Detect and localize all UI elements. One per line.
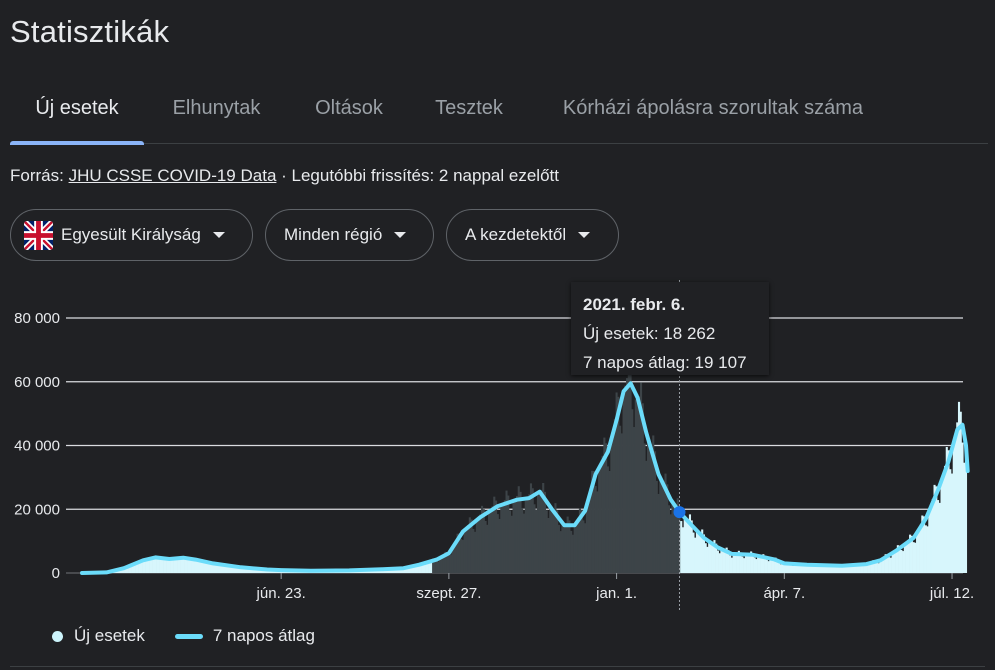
source-prefix: Forrás: [10,166,69,185]
y-tick-label: 60 000 [14,374,60,391]
tab-hospitalized[interactable]: Kórházi ápolásra szorultak száma [529,72,897,144]
filter-bar: Egyesült Királyság Minden régió A kezdet… [10,209,619,261]
tab-new-cases[interactable]: Új esetek [10,72,144,145]
stats-tabs: Új esetek Elhunytak Oltások Tesztek Kórh… [10,72,988,145]
legend-avg-label: 7 napos átlag [212,626,315,645]
y-tick-label: 0 [52,565,60,582]
x-tick-label: jan. 1. [595,585,637,602]
x-tick-label: júl. 12. [929,585,974,602]
y-tick-label: 40 000 [14,438,60,455]
legend-dot-icon [52,630,63,642]
cases-chart[interactable]: 0 20 000 40 000 60 000 80 000 jún. 23. szept.… [0,280,995,610]
tab-vaccinations[interactable]: Oltások [289,72,409,144]
page-title: Statisztikák [10,14,170,49]
period-select[interactable]: A kezdetektől [446,209,619,261]
source-link[interactable]: JHU CSSE COVID-19 Data [69,166,277,185]
source-line: Forrás: JHU CSSE COVID-19 Data · Legutób… [10,166,559,186]
period-select-label: A kezdetektől [465,225,567,244]
divider [10,666,985,667]
chevron-down-icon [394,232,407,238]
chart-legend: Új esetek 7 napos átlag [52,626,315,646]
tooltip-average: 7 napos átlag: 19 107 [583,353,747,372]
tab-tests[interactable]: Tesztek [409,72,529,144]
tab-deaths[interactable]: Elhunytak [144,72,289,144]
country-select[interactable]: Egyesült Királyság [10,209,253,261]
chevron-down-icon [578,232,591,238]
chevron-down-icon [212,232,225,238]
country-select-label: Egyesült Királyság [61,225,201,244]
y-tick-label: 80 000 [14,310,60,327]
tooltip-cases: Új esetek: 18 262 [583,324,716,343]
tooltip-date: 2021. febr. 6. [583,295,686,314]
x-tick-label: jún. 23. [256,585,306,602]
legend-line-icon [174,633,203,639]
source-suffix: · Legutóbbi frissítés: 2 nappal ezelőtt [276,166,559,185]
legend-cases-label: Új esetek [74,626,145,645]
chart-tooltip: 2021. febr. 6. Új esetek: 18 262 7 napos… [571,282,769,375]
region-select[interactable]: Minden régió [265,209,434,261]
highlight-point [673,506,686,519]
x-tick-label: szept. 27. [416,585,481,602]
uk-flag-icon [24,220,53,250]
region-select-label: Minden régió [284,225,383,244]
y-tick-label: 20 000 [14,501,60,518]
x-tick-label: ápr. 7. [763,585,805,602]
